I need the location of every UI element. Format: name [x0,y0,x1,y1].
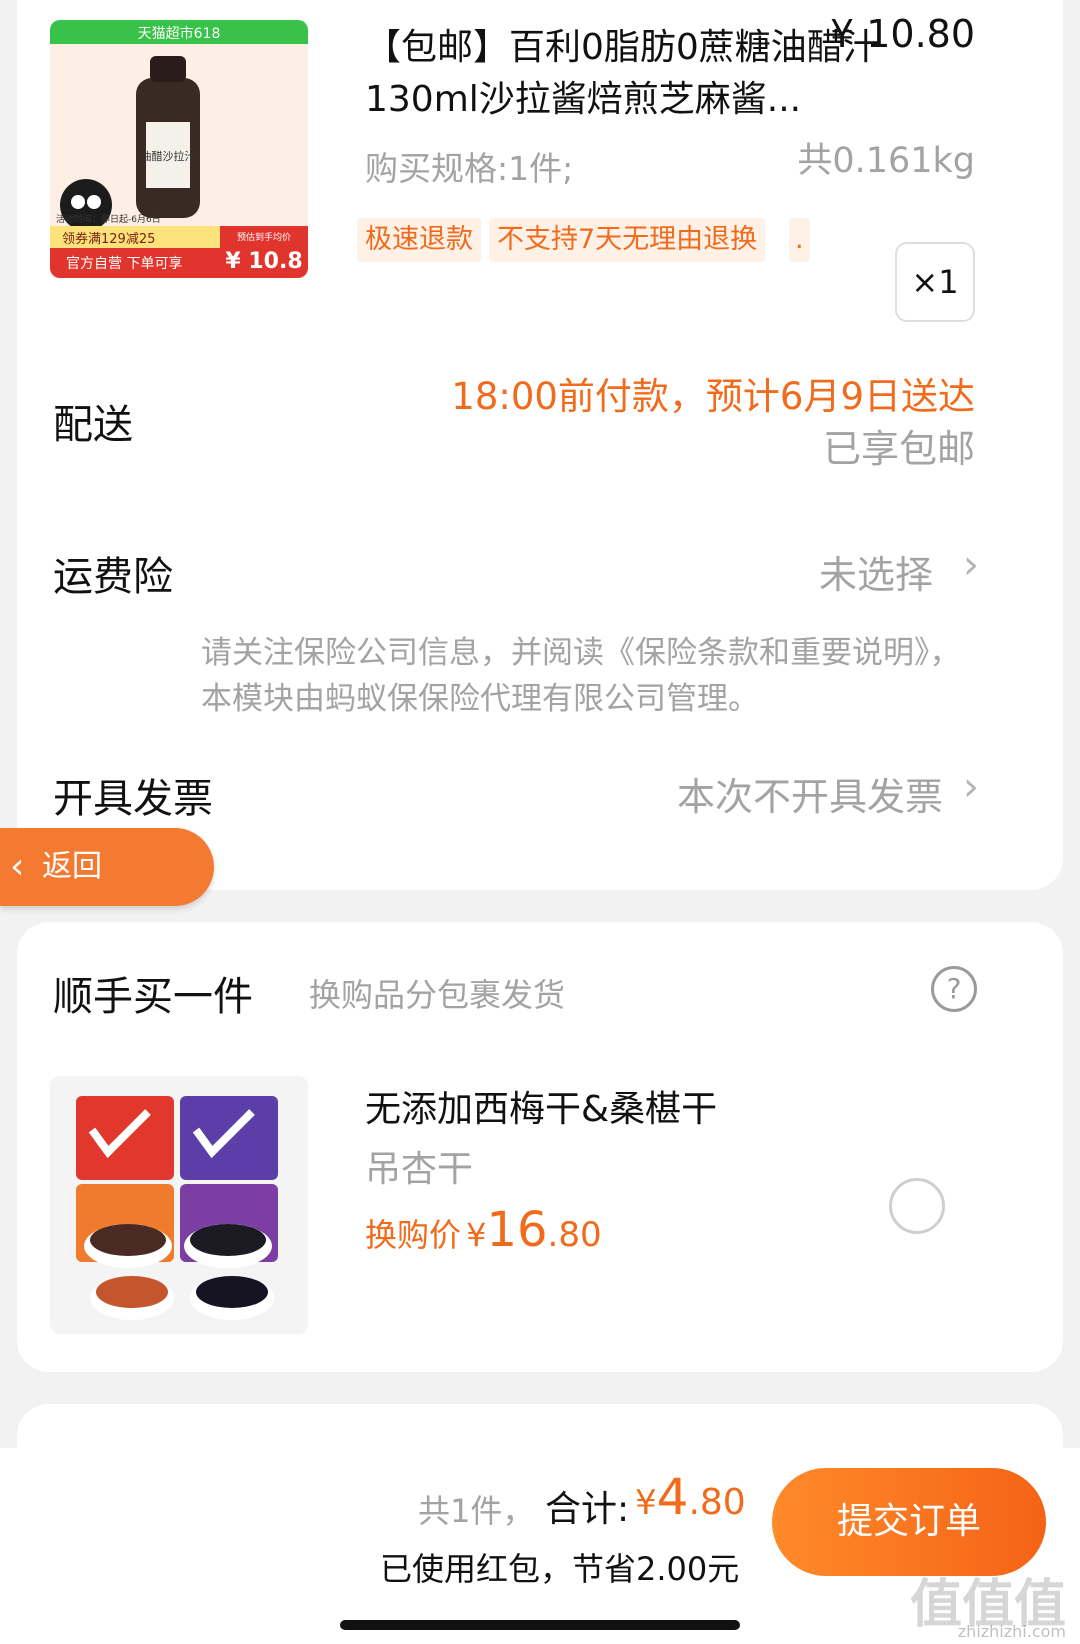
home-indicator[interactable] [340,1620,740,1630]
product-image: 天猫超市618 油醋沙拉汁 活动时间：即日起-6月6日 领券满129减25 官方… [50,20,308,278]
addon-card: 顺手买一件 换购品分包裹发货 ? 无添加西梅干&桑椹干 吊杏干 换购价 ¥16.… [17,922,1063,1372]
bottle-label: 油醋沙拉汁 [141,149,196,163]
submit-order-button[interactable]: 提交订单 [772,1468,1046,1576]
insurance-description[interactable]: 请关注保险公司信息，并阅读《保险条款和重要说明》，本模块由蚂蚁保保险代理有限公司… [201,630,961,722]
chevron-left-icon: ‹ [10,846,25,887]
thumb-price: ¥ 10.8 [225,249,302,274]
addon-price-dec: .80 [547,1215,602,1255]
addon-subtitle: 换购品分包裹发货 [309,976,566,1014]
addon-name[interactable]: 无添加西梅干&桑椹干 [365,1080,717,1132]
tag-no-7day-return: 不支持7天无理由退换 [489,218,766,262]
thumb-coupon: 领券满129减25 [62,231,155,247]
tag-more: . [789,218,810,262]
total-int: 4 [656,1468,689,1526]
invoice-value[interactable]: 本次不开具发票 [677,766,943,821]
chevron-right-icon[interactable]: › [963,764,979,810]
addon-price: 换购价 ¥16.80 [365,1202,602,1258]
product-spec[interactable]: 购买规格:1件; [365,142,573,190]
insurance-label[interactable]: 运费险 [53,544,173,602]
order-item-card: 天猫超市618 油醋沙拉汁 活动时间：即日起-6月6日 领券满129减25 官方… [17,0,1063,890]
quantity-stepper[interactable]: ×1 [895,242,975,322]
tag-fast-refund: 极速退款 [357,218,481,262]
shipping-status: 已享包邮 [822,427,975,471]
addon-title: 顺手买一件 [53,974,253,1020]
thumb-price-label: 预估到手均价 [237,231,291,243]
product-title[interactable]: 【包邮】百利0脂肪0蔗糖油醋汁130ml沙拉酱焙煎芝麻酱... [365,22,905,126]
watermark-url: zhizhizhi.com [957,1622,1066,1641]
help-icon[interactable]: ? [931,966,977,1012]
addon-price-int: 16 [486,1202,548,1258]
addon-currency: ¥ [466,1216,487,1254]
addon-image [50,1076,308,1334]
chevron-right-icon[interactable]: › [963,542,979,588]
delivery-eta: 18:00前付款，预计6月9日送达 [451,375,975,418]
back-button[interactable]: ‹ 返回 [0,828,214,906]
thumb-activity: 活动时间：即日起-6月6日 [56,213,161,225]
total-label: 合计: [545,1489,630,1530]
product-price: ¥ 10.80 [829,12,975,56]
thumb-official: 官方自营 下单可享 [66,255,182,272]
addon-thumbnail[interactable] [50,1076,308,1334]
insurance-value[interactable]: 未选择 [819,544,933,599]
total-dec: .80 [688,1482,746,1523]
product-thumbnail[interactable]: 天猫超市618 油醋沙拉汁 活动时间：即日起-6月6日 领券满129减25 官方… [50,20,308,278]
delivery-label: 配送 [53,402,133,448]
addon-price-label: 换购价 [365,1216,462,1254]
invoice-label[interactable]: 开具发票 [53,766,213,824]
total-amount: ¥4.80 [635,1468,746,1526]
item-count: 共1件， [418,1492,535,1530]
addon-sub: 吊杏干 [365,1149,474,1190]
addon-select-radio[interactable] [889,1178,945,1234]
back-button-label: 返回 [42,849,102,884]
saving-text: 已使用红包，节省2.00元 [380,1550,740,1588]
product-weight: 共0.161kg [797,141,975,181]
total-currency: ¥ [635,1483,657,1523]
thumb-banner-text: 天猫超市618 [138,25,221,42]
